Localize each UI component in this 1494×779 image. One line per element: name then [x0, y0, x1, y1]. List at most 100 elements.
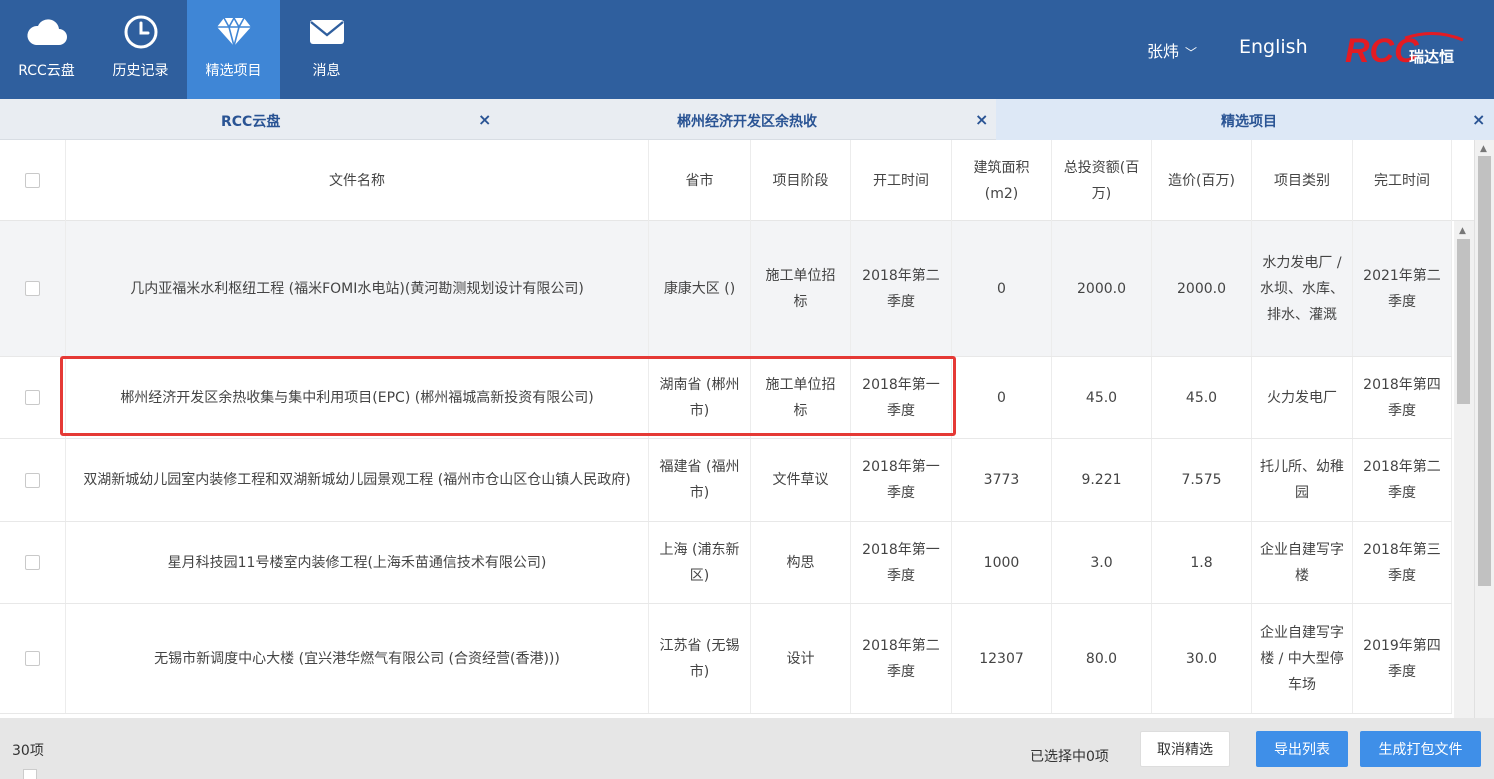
footer-checkbox[interactable]: [23, 769, 37, 779]
user-menu[interactable]: 张炜 ﹀: [1147, 38, 1197, 62]
cell-province: 上海 (浦东新区): [649, 522, 751, 603]
top-nav-bar: RCC云盘 历史记录 精选项目 消息 张炜 ﹀ English RCC 瑞达恒: [0, 0, 1494, 99]
cell-start-time: 2018年第一季度: [851, 357, 952, 438]
selected-count: 已选择中0项: [1030, 749, 1109, 765]
cell-total-investment: 45.0: [1052, 357, 1152, 438]
rcc-logo: RCC 瑞达恒: [1345, 30, 1465, 70]
cell-province: 湖南省 (郴州市): [649, 357, 751, 438]
cell-start-time: 2018年第一季度: [851, 439, 952, 521]
cell-cost: 1.8: [1152, 522, 1252, 603]
cell-file-name[interactable]: 几内亚福米水利枢纽工程 (福米FOMI水电站)(黄河勘测规划设计有限公司): [66, 221, 649, 356]
cell-cost: 45.0: [1152, 357, 1252, 438]
cell-total-investment: 80.0: [1052, 604, 1152, 713]
header-total-investment[interactable]: 总投资额(百万): [1052, 140, 1152, 221]
header-stage[interactable]: 项目阶段: [751, 140, 851, 221]
nav-item-featured-projects[interactable]: 精选项目: [187, 0, 280, 99]
page-scrollbar[interactable]: ▲: [1474, 140, 1494, 718]
user-name: 张炜: [1147, 42, 1180, 61]
table-row[interactable]: 郴州经济开发区余热收集与集中利用项目(EPC) (郴州福城高新投资有限公司) 湖…: [0, 357, 1452, 439]
export-list-button[interactable]: 导出列表: [1256, 731, 1348, 767]
cell-category: 企业自建写字楼 / 中大型停车场: [1252, 604, 1353, 713]
header-category[interactable]: 项目类别: [1252, 140, 1353, 221]
header-finish-time[interactable]: 完工时间: [1353, 140, 1452, 221]
cell-category: 火力发电厂: [1252, 357, 1353, 438]
cell-finish-time: 2018年第三季度: [1353, 522, 1452, 603]
row-select-cell: [0, 357, 66, 438]
nav-label: 消息: [312, 63, 341, 79]
row-select-cell: [0, 439, 66, 521]
cell-category: 企业自建写字楼: [1252, 522, 1353, 603]
footer-bar: 30项 已选择中0项 取消精选 导出列表 生成打包文件: [0, 718, 1494, 779]
row-select-cell: [0, 522, 66, 603]
nav-item-messages[interactable]: 消息: [280, 0, 373, 99]
row-select-cell: [0, 604, 66, 713]
cell-stage: 构思: [751, 522, 851, 603]
cell-cost: 30.0: [1152, 604, 1252, 713]
cell-finish-time: 2019年第四季度: [1353, 604, 1452, 713]
nav-label: 精选项目: [205, 63, 262, 79]
nav-label: RCC云盘: [18, 63, 75, 79]
item-count: 30项: [12, 743, 44, 759]
cancel-featured-button[interactable]: 取消精选: [1140, 731, 1230, 767]
cell-category: 托儿所、幼稚园: [1252, 439, 1353, 521]
close-icon[interactable]: ×: [1472, 110, 1485, 129]
row-checkbox[interactable]: [25, 651, 40, 666]
header-cost[interactable]: 造价(百万): [1152, 140, 1252, 221]
close-icon[interactable]: ×: [975, 110, 988, 129]
tab-bar: RCC云盘 × 郴州经济开发区余热收 × 精选项目 ×: [0, 99, 1494, 140]
mail-icon: [280, 14, 373, 50]
logo-subtext: 瑞达恒: [1409, 48, 1454, 66]
cell-file-name[interactable]: 星月科技园11号楼室内装修工程(上海禾苗通信技术有限公司): [66, 522, 649, 603]
scroll-up-icon[interactable]: ▲: [1480, 144, 1487, 154]
cell-building-area: 3773: [952, 439, 1052, 521]
cell-category: 水力发电厂 / 水坝、水库、排水、灌溉: [1252, 221, 1353, 356]
row-checkbox[interactable]: [25, 472, 40, 488]
diamond-icon: [187, 14, 280, 50]
scrollbar-thumb[interactable]: [1478, 156, 1491, 586]
clock-icon: [94, 14, 187, 50]
cell-start-time: 2018年第一季度: [851, 522, 952, 603]
tab-label: 郴州经济开发区余热收: [677, 114, 817, 130]
tab-featured-projects[interactable]: 精选项目 ×: [996, 99, 1494, 140]
tab-rcc-cloud[interactable]: RCC云盘 ×: [0, 99, 498, 140]
header-building-area[interactable]: 建筑面积(m2): [952, 140, 1052, 221]
cell-file-name[interactable]: 郴州经济开发区余热收集与集中利用项目(EPC) (郴州福城高新投资有限公司): [66, 357, 649, 438]
cell-building-area: 0: [952, 221, 1052, 356]
row-select-cell: [0, 221, 66, 356]
nav-item-rcc-cloud[interactable]: RCC云盘: [0, 0, 93, 99]
generate-package-button[interactable]: 生成打包文件: [1360, 731, 1481, 767]
select-all-checkbox[interactable]: [25, 173, 40, 188]
cell-finish-time: 2021年第二季度: [1353, 221, 1452, 356]
nav-label: 历史记录: [112, 63, 169, 79]
cell-stage: 施工单位招标: [751, 357, 851, 438]
select-all-cell: [0, 140, 66, 221]
cell-total-investment: 3.0: [1052, 522, 1152, 603]
table-row[interactable]: 星月科技园11号楼室内装修工程(上海禾苗通信技术有限公司) 上海 (浦东新区) …: [0, 522, 1452, 604]
language-switch[interactable]: English: [1239, 36, 1308, 58]
close-icon[interactable]: ×: [478, 110, 491, 129]
cell-file-name[interactable]: 双湖新城幼儿园室内装修工程和双湖新城幼儿园景观工程 (福州市仓山区仓山镇人民政府…: [66, 439, 649, 521]
nav-item-history[interactable]: 历史记录: [94, 0, 187, 99]
row-checkbox[interactable]: [25, 555, 40, 570]
cell-file-name[interactable]: 无锡市新调度中心大楼 (宜兴港华燃气有限公司 (合资经营(香港))): [66, 604, 649, 713]
cell-stage: 文件草议: [751, 439, 851, 521]
header-province[interactable]: 省市: [649, 140, 751, 221]
scroll-up-icon[interactable]: ▲: [1459, 226, 1466, 236]
cell-finish-time: 2018年第二季度: [1353, 439, 1452, 521]
cell-total-investment: 9.221: [1052, 439, 1152, 521]
cell-stage: 施工单位招标: [751, 221, 851, 356]
cell-stage: 设计: [751, 604, 851, 713]
tab-label: 精选项目: [1221, 114, 1277, 130]
tab-chenzhou-project[interactable]: 郴州经济开发区余热收 ×: [498, 99, 996, 140]
scrollbar-thumb[interactable]: [1457, 239, 1470, 404]
row-checkbox[interactable]: [25, 390, 40, 405]
table-row[interactable]: 双湖新城幼儿园室内装修工程和双湖新城幼儿园景观工程 (福州市仓山区仓山镇人民政府…: [0, 439, 1452, 522]
table-body-scrollbar[interactable]: ▲: [1454, 221, 1474, 718]
table-row[interactable]: 几内亚福米水利枢纽工程 (福米FOMI水电站)(黄河勘测规划设计有限公司) 康康…: [0, 221, 1452, 357]
cell-building-area: 0: [952, 357, 1052, 438]
header-file-name[interactable]: 文件名称: [66, 140, 649, 221]
row-checkbox[interactable]: [25, 281, 40, 296]
table-row[interactable]: 无锡市新调度中心大楼 (宜兴港华燃气有限公司 (合资经营(香港))) 江苏省 (…: [0, 604, 1452, 714]
header-start-time[interactable]: 开工时间: [851, 140, 952, 221]
cell-building-area: 12307: [952, 604, 1052, 713]
